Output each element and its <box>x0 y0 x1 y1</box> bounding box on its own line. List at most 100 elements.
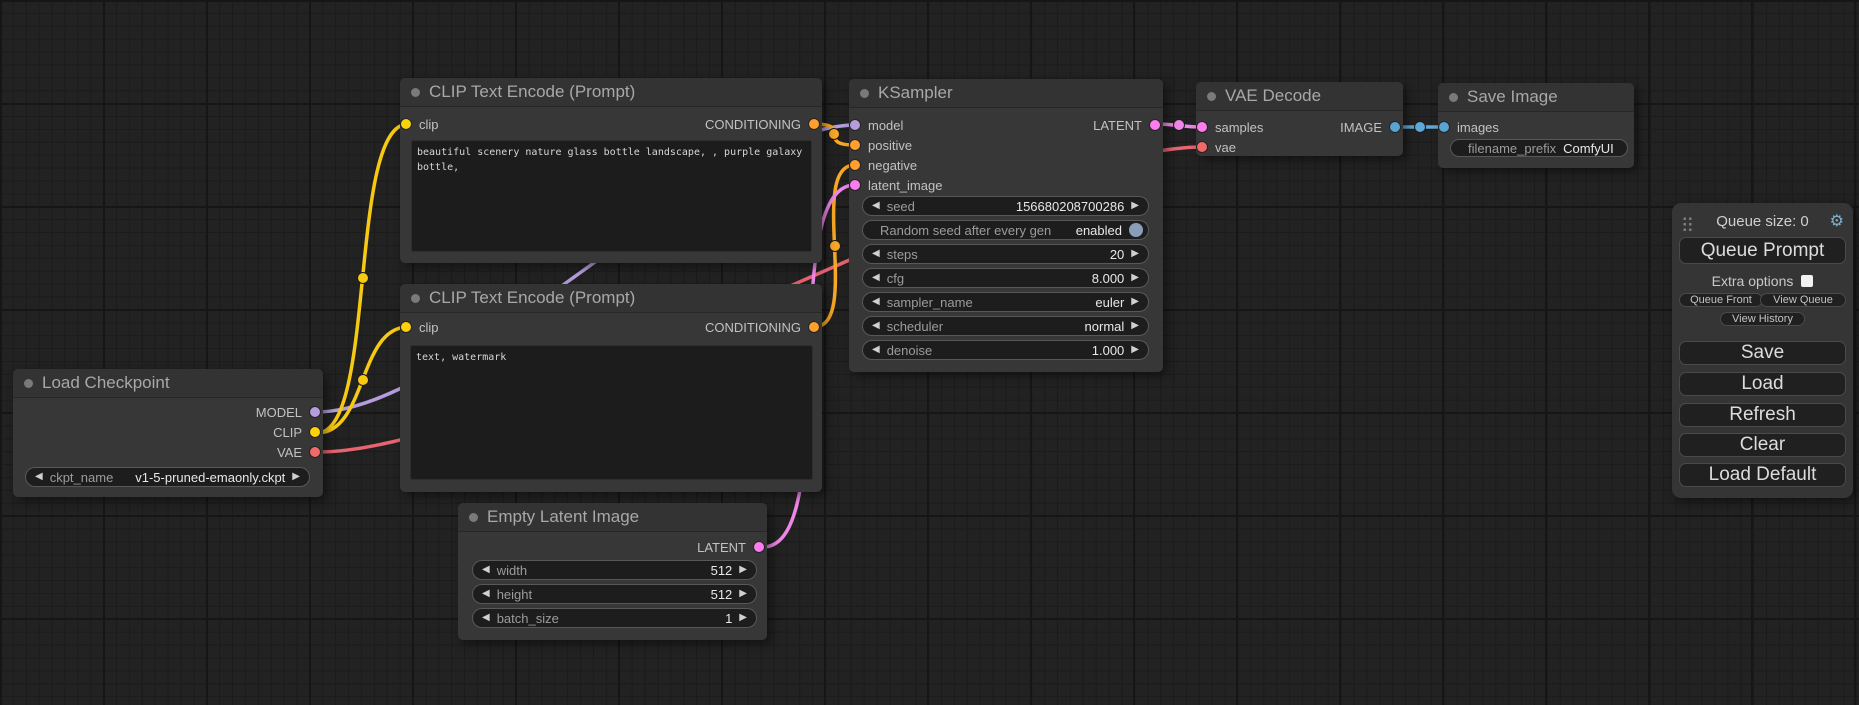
latent-port-dot[interactable] <box>1197 122 1207 132</box>
node-save-image[interactable]: Save Image images filename_prefix ComfyU… <box>1438 83 1634 168</box>
decrement-arrow-icon[interactable]: ◀ <box>482 589 490 599</box>
view-queue-button[interactable]: View Queue <box>1760 293 1846 307</box>
node-empty-latent-image[interactable]: Empty Latent Image LATENT ◀ width 512 ▶ … <box>458 503 767 640</box>
widget-denoise[interactable]: ◀ denoise 1.000 ▶ <box>862 340 1149 360</box>
decrement-arrow-icon[interactable]: ◀ <box>872 201 880 211</box>
queue-menu-panel[interactable]: Queue size: 0 ⚙ Queue Prompt Extra optio… <box>1672 203 1853 498</box>
save-button[interactable]: Save <box>1679 341 1846 365</box>
collapse-dot-icon[interactable] <box>24 379 33 388</box>
collapse-dot-icon[interactable] <box>469 513 478 522</box>
image-port-dot[interactable] <box>1390 122 1400 132</box>
node-title-bar[interactable]: CLIP Text Encode (Prompt) <box>400 284 822 313</box>
node-vae-decode[interactable]: VAE Decode samples vae IMAGE <box>1196 82 1403 156</box>
output-port-latent[interactable]: LATENT <box>1093 115 1160 135</box>
vae-port-dot[interactable] <box>1197 142 1207 152</box>
clear-button[interactable]: Clear <box>1679 433 1846 457</box>
widget-batch-size[interactable]: ◀ batch_size 1 ▶ <box>472 608 757 628</box>
node-graph-canvas[interactable]: Load Checkpoint MODEL CLIP VAE ◀ ckpt_na… <box>0 0 1859 705</box>
increment-arrow-icon[interactable]: ▶ <box>1131 321 1139 331</box>
input-port-negative[interactable]: negative <box>850 155 917 175</box>
widget-scheduler[interactable]: ◀ scheduler normal ▶ <box>862 316 1149 336</box>
clip-port-dot[interactable] <box>401 119 411 129</box>
widget-random-seed-toggle[interactable]: Random seed after every gen enabled <box>862 220 1149 240</box>
output-port-vae[interactable]: VAE <box>277 442 320 462</box>
input-port-samples[interactable]: samples <box>1197 117 1263 137</box>
increment-arrow-icon[interactable]: ▶ <box>739 565 747 575</box>
decrement-arrow-icon[interactable]: ◀ <box>872 321 880 331</box>
node-load-checkpoint[interactable]: Load Checkpoint MODEL CLIP VAE ◀ ckpt_na… <box>13 369 323 497</box>
output-port-clip[interactable]: CLIP <box>273 422 320 442</box>
increment-arrow-icon[interactable]: ▶ <box>1131 273 1139 283</box>
input-port-model[interactable]: model <box>850 115 903 135</box>
widget-sampler-name[interactable]: ◀ sampler_name euler ▶ <box>862 292 1149 312</box>
queue-front-button[interactable]: Queue Front <box>1679 293 1763 307</box>
conditioning-port-dot[interactable] <box>850 140 860 150</box>
increment-arrow-icon[interactable]: ▶ <box>1131 201 1139 211</box>
model-port-dot[interactable] <box>310 407 320 417</box>
collapse-dot-icon[interactable] <box>1449 93 1458 102</box>
clip-port-dot[interactable] <box>401 322 411 332</box>
input-port-images[interactable]: images <box>1439 117 1499 137</box>
latent-port-dot[interactable] <box>850 180 860 190</box>
queue-prompt-button[interactable]: Queue Prompt <box>1679 237 1846 264</box>
decrement-arrow-icon[interactable]: ◀ <box>482 565 490 575</box>
increment-arrow-icon[interactable]: ▶ <box>292 472 300 482</box>
widget-seed[interactable]: ◀ seed 156680208700286 ▶ <box>862 196 1149 216</box>
collapse-dot-icon[interactable] <box>411 294 420 303</box>
image-port-dot[interactable] <box>1439 122 1449 132</box>
increment-arrow-icon[interactable]: ▶ <box>1131 249 1139 259</box>
node-title-bar[interactable]: VAE Decode <box>1196 82 1403 111</box>
node-clip-text-encode-negative[interactable]: CLIP Text Encode (Prompt) clip CONDITION… <box>400 284 822 492</box>
conditioning-port-dot[interactable] <box>850 160 860 170</box>
load-default-button[interactable]: Load Default <box>1679 463 1846 487</box>
toggle-enabled-icon[interactable] <box>1129 223 1143 237</box>
model-port-dot[interactable] <box>850 120 860 130</box>
decrement-arrow-icon[interactable]: ◀ <box>872 273 880 283</box>
widget-width[interactable]: ◀ width 512 ▶ <box>472 560 757 580</box>
output-port-conditioning[interactable]: CONDITIONING <box>705 317 819 337</box>
node-title-bar[interactable]: CLIP Text Encode (Prompt) <box>400 78 822 107</box>
node-title-bar[interactable]: Empty Latent Image <box>458 503 767 532</box>
latent-port-dot[interactable] <box>754 542 764 552</box>
positive-prompt-textarea[interactable]: beautiful scenery nature glass bottle la… <box>411 140 812 252</box>
load-button[interactable]: Load <box>1679 372 1846 396</box>
widget-cfg[interactable]: ◀ cfg 8.000 ▶ <box>862 268 1149 288</box>
conditioning-port-dot[interactable] <box>809 119 819 129</box>
increment-arrow-icon[interactable]: ▶ <box>1131 297 1139 307</box>
output-port-model[interactable]: MODEL <box>256 402 320 422</box>
input-port-positive[interactable]: positive <box>850 135 912 155</box>
decrement-arrow-icon[interactable]: ◀ <box>872 249 880 259</box>
latent-port-dot[interactable] <box>1150 120 1160 130</box>
input-port-clip[interactable]: clip <box>401 317 439 337</box>
node-clip-text-encode-positive[interactable]: CLIP Text Encode (Prompt) clip CONDITION… <box>400 78 822 263</box>
increment-arrow-icon[interactable]: ▶ <box>739 589 747 599</box>
input-port-clip[interactable]: clip <box>401 114 439 134</box>
collapse-dot-icon[interactable] <box>860 89 869 98</box>
input-port-latent-image[interactable]: latent_image <box>850 175 942 195</box>
increment-arrow-icon[interactable]: ▶ <box>739 613 747 623</box>
decrement-arrow-icon[interactable]: ◀ <box>482 613 490 623</box>
node-title-bar[interactable]: Save Image <box>1438 83 1634 112</box>
node-ksampler[interactable]: KSampler model positive negative latent_… <box>849 79 1163 372</box>
vae-port-dot[interactable] <box>310 447 320 457</box>
refresh-button[interactable]: Refresh <box>1679 403 1846 427</box>
view-history-button[interactable]: View History <box>1720 312 1805 326</box>
output-port-latent[interactable]: LATENT <box>697 537 764 557</box>
output-port-conditioning[interactable]: CONDITIONING <box>705 114 819 134</box>
output-port-image[interactable]: IMAGE <box>1340 117 1400 137</box>
decrement-arrow-icon[interactable]: ◀ <box>35 472 43 482</box>
node-title-bar[interactable]: Load Checkpoint <box>13 369 323 398</box>
widget-steps[interactable]: ◀ steps 20 ▶ <box>862 244 1149 264</box>
node-title-bar[interactable]: KSampler <box>849 79 1163 108</box>
widget-height[interactable]: ◀ height 512 ▶ <box>472 584 757 604</box>
increment-arrow-icon[interactable]: ▶ <box>1131 345 1139 355</box>
widget-ckpt-name[interactable]: ◀ ckpt_name v1-5-pruned-emaonly.ckpt ▶ <box>25 467 310 487</box>
widget-filename-prefix[interactable]: filename_prefix ComfyUI <box>1450 139 1628 157</box>
input-port-vae[interactable]: vae <box>1197 137 1236 157</box>
extra-options-checkbox[interactable] <box>1801 275 1813 287</box>
collapse-dot-icon[interactable] <box>1207 92 1216 101</box>
clip-port-dot[interactable] <box>310 427 320 437</box>
negative-prompt-textarea[interactable]: text, watermark <box>410 345 813 480</box>
gear-icon[interactable]: ⚙ <box>1830 211 1844 231</box>
decrement-arrow-icon[interactable]: ◀ <box>872 345 880 355</box>
